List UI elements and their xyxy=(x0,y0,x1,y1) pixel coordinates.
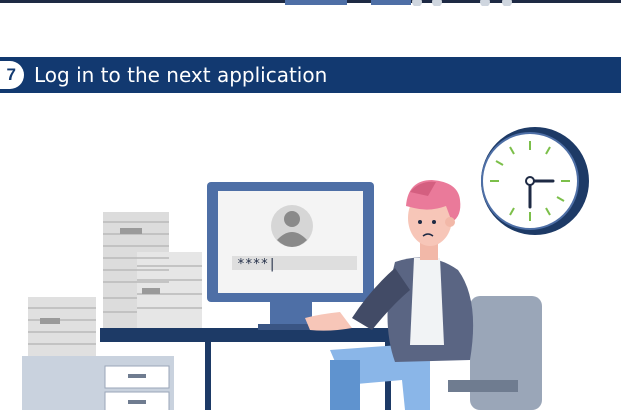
step-banner: 7 Log in to the next application xyxy=(0,57,621,93)
wall-clock-icon xyxy=(481,127,589,235)
password-mask: ****| xyxy=(237,257,276,272)
step-number-badge: 7 xyxy=(0,61,24,89)
user-avatar-icon xyxy=(271,205,313,247)
top-decoration xyxy=(285,0,512,6)
login-illustration: ****| xyxy=(22,127,589,410)
computer-monitor: ****| xyxy=(207,182,374,330)
desk-drawer-icon xyxy=(22,356,174,410)
step-title: Log in to the next application xyxy=(34,63,328,87)
